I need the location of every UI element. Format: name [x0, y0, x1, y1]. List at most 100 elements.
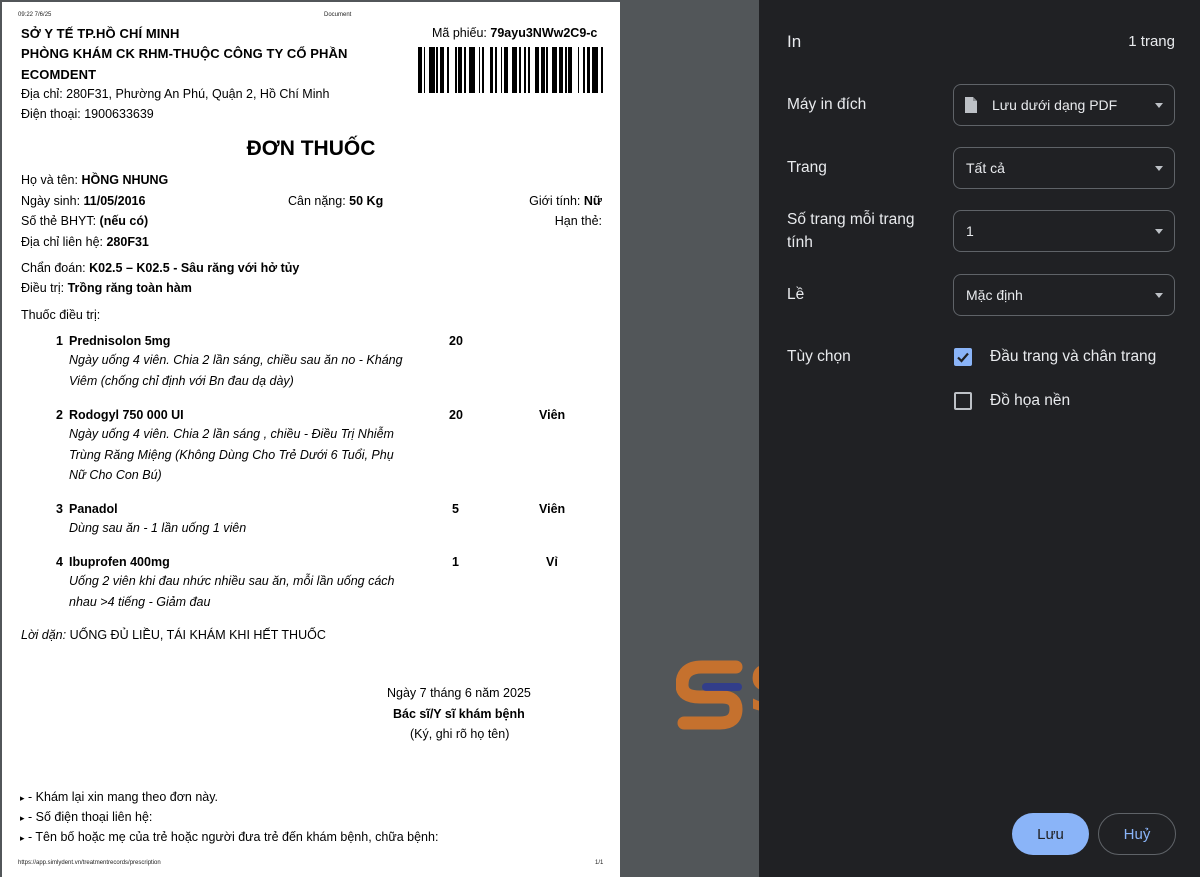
med-qty: 20	[449, 408, 463, 422]
patient-gender-label: Giới tính:	[529, 194, 581, 208]
headers-footers-label[interactable]: Đầu trang và chân trang	[990, 348, 1156, 366]
ticket-code: Mã phiếu: 79ayu3NWw2C9-c	[432, 26, 597, 40]
footnote-item: ▸ - Khám lại xin mang theo đơn này.	[20, 790, 219, 804]
treatment-value: Trồng răng toàn hàm	[67, 281, 192, 295]
page-count: 1 trang	[1128, 33, 1175, 50]
patient-gender: Giới tính: Nữ	[529, 194, 602, 208]
med-unit: Vỉ	[546, 555, 558, 569]
margins-label: Lề	[787, 286, 805, 303]
med-number: 3	[56, 502, 63, 516]
pages-value: Tất cả	[966, 160, 1005, 176]
footnote-text: - Tên bố hoặc mẹ của trẻ hoặc người đưa …	[28, 830, 439, 844]
destination-select[interactable]: Lưu dưới dạng PDF	[953, 84, 1175, 126]
cancel-button[interactable]: Huỷ	[1098, 813, 1176, 855]
background-graphics-checkbox[interactable]	[954, 392, 972, 410]
print-url: https://app.simlydent.vn/treatmentrecord…	[18, 860, 161, 866]
margins-select[interactable]: Mặc định	[953, 274, 1175, 316]
signature-date: Ngày 7 tháng 6 năm 2025	[387, 686, 531, 700]
print-preview-area: 09:22 7/6/25 Document SỞ Y TẾ TP.HỒ CHÍ …	[0, 0, 759, 877]
diagnosis-label: Chẩn đoán:	[21, 261, 86, 275]
pages-label: Trang	[787, 159, 827, 176]
med-note: Ngày uống 4 viên. Chia 2 lần sáng , chiề…	[69, 427, 394, 482]
footnote-item: ▸ - Tên bố hoặc mẹ của trẻ hoặc người đư…	[20, 830, 439, 844]
patient-card-expiry: Hạn thẻ:	[554, 214, 602, 228]
med-name: Ibuprofen 400mg	[69, 555, 170, 569]
meds-label: Thuốc điều trị:	[21, 308, 101, 322]
print-doc-title: Document	[324, 12, 352, 18]
print-settings-panel: In 1 trang Máy in đích Lưu dưới dạng PDF…	[759, 0, 1200, 877]
patient-dob-value: 11/05/2016	[83, 194, 146, 208]
options-label: Tùy chọn	[787, 348, 851, 365]
patient-contact-label: Địa chỉ liên hệ:	[21, 235, 103, 249]
pages-per-sheet-label-cont: tính	[787, 234, 813, 251]
clinic-name-line1: PHÒNG KHÁM CK RHM-THUỘC CÔNG TY CỔ PHẦN	[21, 46, 348, 61]
destination-label: Máy in đích	[787, 96, 867, 113]
patient-name: Họ và tên: HỒNG NHUNG	[21, 173, 168, 187]
advice-label: Lời dặn:	[21, 628, 67, 642]
print-title: In	[787, 32, 802, 51]
barcode	[418, 47, 604, 93]
med-unit: Viên	[539, 408, 566, 422]
print-time: 09:22 7/6/25	[18, 12, 52, 18]
ticket-label: Mã phiếu:	[432, 26, 487, 40]
advice: Lời dặn: UỐNG ĐỦ LIỀU, TÁI KHÁM KHI HẾT …	[21, 628, 326, 642]
med-note: Dùng sau ăn - 1 lần uống 1 viên	[69, 521, 247, 535]
patient-weight: Cân nặng: 50 Kg	[288, 194, 383, 208]
pages-per-sheet-value: 1	[966, 223, 974, 239]
signature-role: Bác sĩ/Y sĩ khám bệnh	[393, 707, 525, 721]
chevron-down-icon	[1155, 166, 1163, 171]
patient-contact: Địa chỉ liên hệ: 280F31	[21, 235, 149, 249]
patient-insurance-label: Số thẻ BHYT:	[21, 214, 97, 228]
background-graphics-label[interactable]: Đồ họa nền	[990, 392, 1070, 410]
pages-per-sheet-label: Số trang mỗi trang	[787, 211, 915, 228]
med-number: 2	[56, 408, 63, 422]
patient-dob-label: Ngày sinh:	[21, 194, 81, 208]
checkmark-icon	[957, 352, 969, 363]
patient-dob: Ngày sinh: 11/05/2016	[21, 194, 145, 208]
signature-hint: (Ký, ghi rõ họ tên)	[410, 727, 510, 741]
clinic-address: Địa chỉ: 280F31, Phường An Phú, Quận 2, …	[21, 87, 330, 101]
treatment-label: Điều trị:	[21, 281, 65, 295]
document-title: ĐƠN THUỐC	[246, 137, 376, 160]
med-qty: 1	[452, 555, 459, 569]
patient-name-value: HỒNG NHUNG	[81, 173, 169, 187]
med-qty: 20	[449, 334, 463, 348]
med-unit: Viên	[539, 502, 566, 516]
diagnosis: Chẩn đoán: K02.5 – K02.5 - Sâu răng với …	[21, 261, 299, 275]
clinic-phone: Điện thoại: 1900633639	[21, 107, 154, 121]
patient-insurance: Số thẻ BHYT: (nếu có)	[21, 214, 148, 228]
med-name: Panadol	[69, 502, 118, 516]
file-icon	[965, 97, 977, 113]
footnote-text: - Khám lại xin mang theo đơn này.	[28, 790, 219, 804]
treatment: Điều trị: Trồng răng toàn hàm	[21, 281, 192, 295]
headers-footers-checkbox[interactable]	[954, 348, 972, 366]
patient-insurance-value: (nếu có)	[99, 214, 149, 228]
patient-weight-value: 50 Kg	[349, 194, 384, 208]
med-name: Rodogyl 750 000 UI	[69, 408, 184, 422]
destination-value: Lưu dưới dạng PDF	[992, 97, 1118, 113]
ticket-value: 79ayu3NWw2C9-c	[490, 26, 598, 40]
patient-contact-value: 280F31	[106, 235, 149, 249]
print-page-number: 1/1	[595, 860, 604, 866]
footnote-text: - Số điện thoại liên hệ:	[28, 810, 153, 824]
save-button[interactable]: Lưu	[1012, 813, 1089, 855]
chevron-down-icon	[1155, 229, 1163, 234]
med-qty: 5	[452, 502, 459, 516]
med-name: Prednisolon 5mg	[69, 334, 171, 348]
pages-select[interactable]: Tất cả	[953, 147, 1175, 189]
advice-value: UỐNG ĐỦ LIỀU, TÁI KHÁM KHI HẾT THUỐC	[69, 628, 326, 642]
chevron-down-icon	[1155, 293, 1163, 298]
diagnosis-value: K02.5 – K02.5 - Sâu răng với hở tủy	[89, 261, 300, 275]
margins-value: Mặc định	[966, 287, 1023, 303]
footnote-item: ▸ - Số điện thoại liên hệ:	[20, 810, 153, 824]
patient-name-label: Họ và tên:	[21, 173, 78, 187]
chevron-down-icon	[1155, 103, 1163, 108]
patient-gender-value: Nữ	[583, 194, 602, 208]
pages-per-sheet-select[interactable]: 1	[953, 210, 1175, 252]
med-note: Ngày uống 4 viên. Chia 2 lần sáng, chiều…	[69, 353, 403, 388]
med-note: Uống 2 viên khi đau nhức nhiều sau ăn, m…	[69, 574, 395, 609]
clinic-name-line2: ECOMDENT	[21, 67, 97, 82]
clinic-dept: SỞ Y TẾ TP.HỒ CHÍ MINH	[21, 26, 180, 41]
med-number: 1	[56, 334, 63, 348]
med-number: 4	[56, 555, 63, 569]
